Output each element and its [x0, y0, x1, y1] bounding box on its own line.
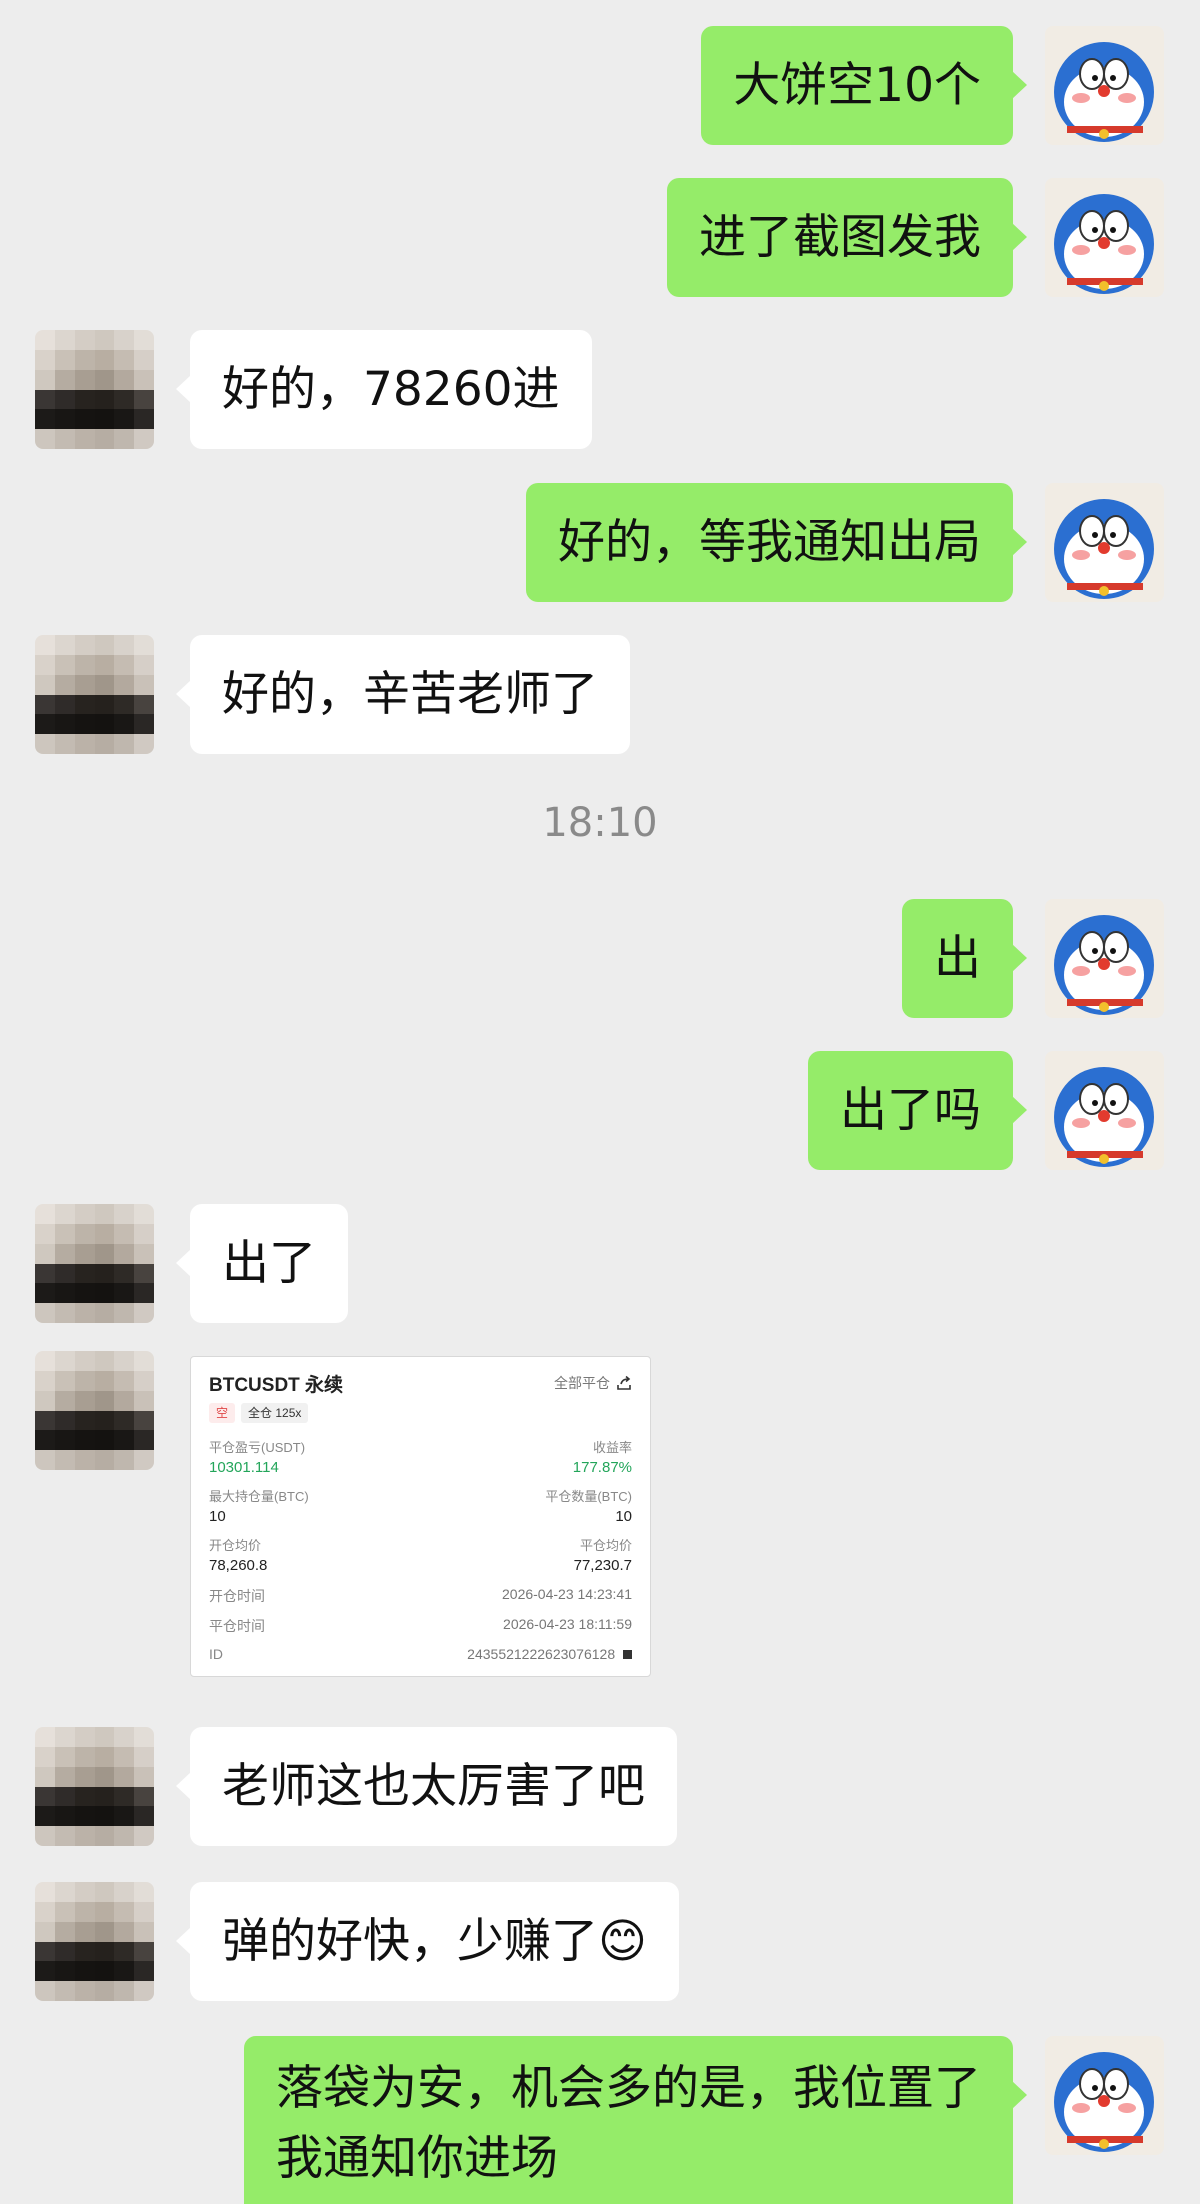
my-message-bubble[interactable]: 出了吗 [808, 1051, 1027, 1170]
my-message-bubble[interactable]: 出 [902, 899, 1027, 1018]
contact-message-bubble[interactable]: 弹的好快，少赚了😊 [176, 1882, 679, 2001]
share-icon[interactable] [616, 1375, 632, 1391]
card-title: BTCUSDT 永续 [209, 1374, 344, 1396]
order-id-row: ID 2435521222623076128 [209, 1646, 632, 1662]
max-position-value: 10 [209, 1508, 226, 1525]
order-id-label: ID [209, 1646, 223, 1662]
contact-avatar[interactable] [35, 1204, 154, 1323]
pnl-label: 平仓盈亏(USDT) [209, 1440, 306, 1455]
my-avatar[interactable] [1045, 1051, 1164, 1170]
contact-avatar[interactable] [35, 1882, 154, 2001]
pnl-row: 平仓盈亏(USDT) 10301.114 收益率 177.87% [209, 1437, 632, 1476]
card-tags: 空 全仓 125x [209, 1403, 632, 1423]
open-time-label: 开仓时间 [209, 1588, 265, 1604]
my-avatar[interactable] [1045, 178, 1164, 297]
chat-window: 大饼空10个 进了截图发我 好的，78260进 好的，等我通知出局 好的，辛苦老… [0, 0, 1200, 2204]
open-avg-label: 开仓均价 [209, 1538, 262, 1553]
position-row: 最大持仓量(BTC) 10 平仓数量(BTC) 10 [209, 1486, 632, 1525]
contact-message-bubble[interactable]: 老师这也太厉害了吧 [176, 1727, 677, 1846]
copy-icon[interactable] [623, 1650, 632, 1659]
contact-message-bubble[interactable]: 出了 [176, 1204, 348, 1323]
side-tag: 空 [209, 1403, 236, 1423]
close-quantity-value: 10 [615, 1508, 632, 1525]
margin-mode-tag: 全仓 125x [241, 1403, 309, 1423]
card-header: BTCUSDT 永续 全部平仓 [209, 1369, 632, 1397]
price-row: 开仓均价 78,260.8 平仓均价 77,230.7 [209, 1535, 632, 1574]
message-line: 落袋为安，机会多的是，我位置了 [276, 2061, 981, 2116]
open-time-value: 2026-04-23 14:23:41 [502, 1586, 632, 1602]
my-avatar[interactable] [1045, 899, 1164, 1018]
my-message-bubble[interactable]: 进了截图发我 [667, 178, 1027, 297]
close-avg-value: 77,230.7 [573, 1557, 632, 1574]
close-all-label: 全部平仓 [554, 1375, 610, 1391]
contact-avatar[interactable] [35, 635, 154, 754]
my-avatar[interactable] [1045, 26, 1164, 145]
roi-value: 177.87% [572, 1459, 632, 1476]
contact-avatar[interactable] [35, 330, 154, 449]
my-avatar[interactable] [1045, 483, 1164, 602]
order-id-value: 2435521222623076128 [467, 1646, 616, 1662]
my-message-bubble[interactable]: 好的，等我通知出局 [526, 483, 1027, 602]
close-avg-label: 平仓均价 [579, 1538, 632, 1553]
close-all-action[interactable]: 全部平仓 [554, 1373, 632, 1393]
open-avg-value: 78,260.8 [209, 1557, 268, 1574]
max-position-label: 最大持仓量(BTC) [209, 1489, 309, 1504]
contact-avatar[interactable] [35, 1727, 154, 1846]
contact-avatar[interactable] [35, 1351, 154, 1470]
close-time-label: 平仓时间 [209, 1618, 265, 1634]
close-time-value: 2026-04-23 18:11:59 [503, 1616, 632, 1632]
contact-message-bubble[interactable]: 好的，辛苦老师了 [176, 635, 630, 754]
my-avatar[interactable] [1045, 2036, 1164, 2155]
my-message-bubble[interactable]: 大饼空10个 [701, 26, 1027, 145]
pnl-value: 10301.114 [209, 1459, 279, 1476]
trade-screenshot-card[interactable]: BTCUSDT 永续 全部平仓 空 全仓 125x 平仓盈亏(USDT) 103… [190, 1356, 651, 1677]
roi-label: 收益率 [592, 1440, 632, 1455]
order-id-value-group: 2435521222623076128 [467, 1646, 632, 1662]
close-quantity-label: 平仓数量(BTC) [545, 1489, 632, 1504]
my-message-bubble[interactable]: 落袋为安，机会多的是，我位置了 我通知你进场 [244, 2036, 1027, 2204]
contact-message-bubble[interactable]: 好的，78260进 [176, 330, 592, 449]
time-separator: 18:10 [542, 800, 658, 846]
message-line: 我通知你进场 [276, 2131, 558, 2186]
close-time-row: 平仓时间 2026-04-23 18:11:59 [209, 1616, 632, 1636]
open-time-row: 开仓时间 2026-04-23 14:23:41 [209, 1586, 632, 1606]
